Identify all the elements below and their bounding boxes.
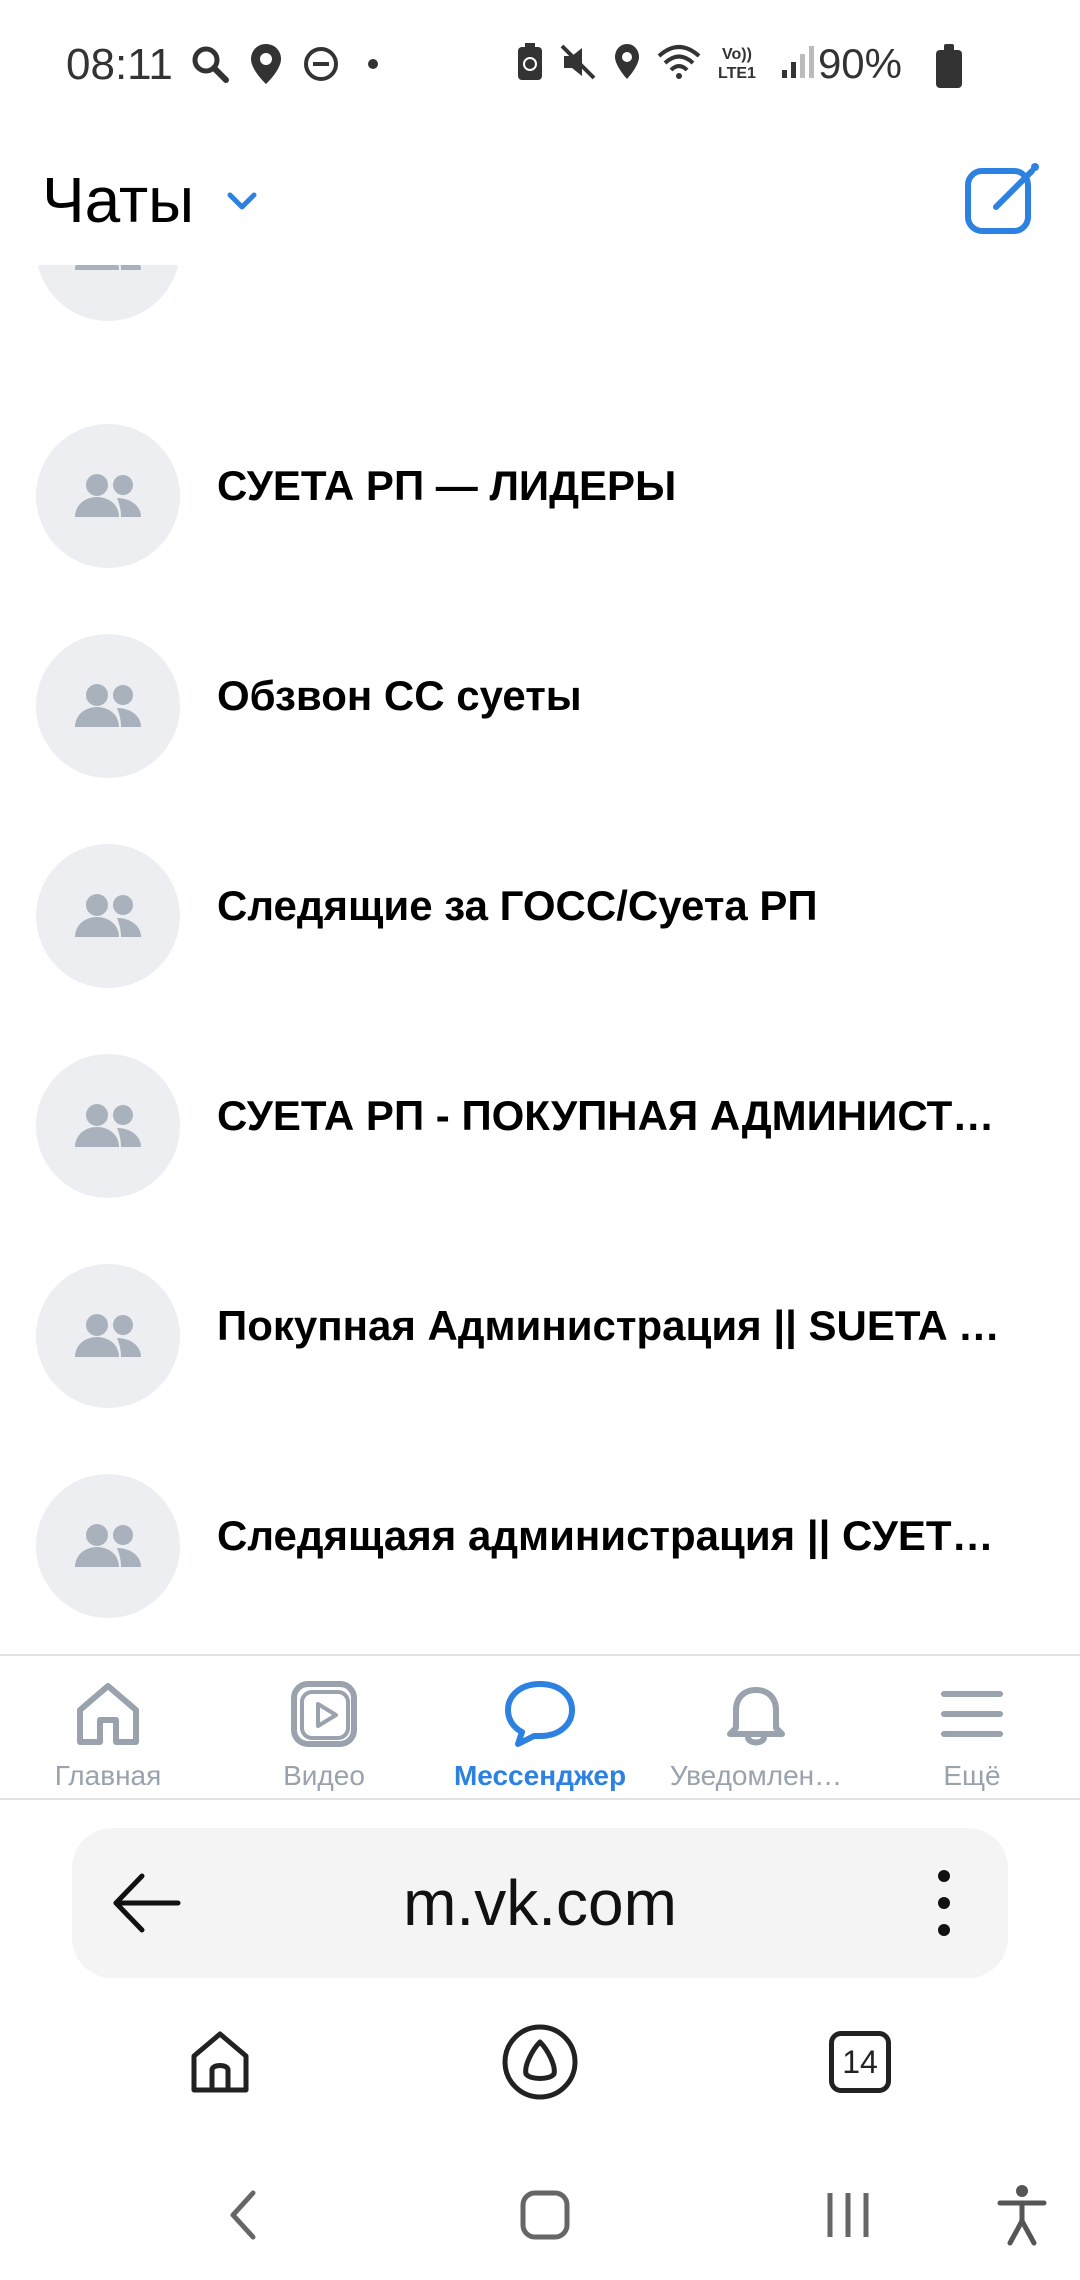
home-icon <box>68 1674 148 1754</box>
accessibility-button[interactable] <box>982 2180 1062 2250</box>
nav-recents-button[interactable] <box>808 2180 888 2250</box>
tab-label: Уведомлен… <box>669 1760 843 1791</box>
chat-title: Обзвон СС суеты <box>217 672 582 719</box>
system-nav-bar <box>0 2150 1080 2280</box>
tabs-count: 14 <box>829 2031 891 2093</box>
page-title[interactable]: Чаты <box>42 163 194 237</box>
tab-more[interactable]: Ещё <box>864 1656 1080 1800</box>
avatar <box>36 424 180 568</box>
group-icon <box>75 1314 141 1357</box>
messenger-icon <box>500 1674 580 1754</box>
avatar <box>36 634 180 778</box>
menu-icon <box>932 1674 1012 1754</box>
list-item[interactable] <box>0 265 1080 387</box>
status-left-icons <box>190 42 388 86</box>
browser-url-bar: m.vk.com <box>0 1800 1080 2000</box>
tab-messenger[interactable]: Мессенджер <box>432 1656 648 1800</box>
chat-list: СУЕТА РП — ЛИДЕРЫ Обзвон СС суеты Следящ… <box>0 265 1080 1655</box>
nav-home-button[interactable] <box>505 2180 585 2250</box>
status-time: 08:11 <box>66 40 173 89</box>
tab-label: Мессенджер <box>453 1760 627 1791</box>
home-icon <box>191 2031 249 2093</box>
dnd-icon <box>304 47 338 81</box>
group-icon <box>75 474 141 517</box>
group-icon <box>75 265 141 270</box>
group-icon <box>75 1104 141 1147</box>
list-item[interactable]: Покупная Администрация || SUETA … <box>0 1264 1080 1474</box>
tabs-button[interactable]: 14 <box>818 2020 902 2104</box>
avatar <box>36 1054 180 1198</box>
location-icon <box>251 44 281 84</box>
nav-back-button[interactable] <box>203 2180 283 2250</box>
avatar <box>36 1474 180 1618</box>
group-icon <box>75 1524 141 1567</box>
assistant-button[interactable] <box>498 2020 582 2104</box>
tab-bar: Главная Видео Мессенджер Уведомлен… Ещё <box>0 1654 1080 1800</box>
status-right-icons: Vo)) LTE1 <box>516 42 818 82</box>
more-vertical-icon[interactable] <box>934 1868 954 1938</box>
accessibility-icon <box>997 2185 1047 2246</box>
svg-text:LTE1: LTE1 <box>718 65 756 82</box>
battery-percent: 90% <box>817 40 902 87</box>
tab-video[interactable]: Видео <box>216 1656 432 1800</box>
chat-title: Следящаяя администрация || СУЕТ… <box>217 1512 994 1559</box>
browser-home-button[interactable] <box>178 2020 262 2104</box>
list-item[interactable]: Следящаяя администрация || СУЕТ… <box>0 1474 1080 1655</box>
svg-text:Vo)): Vo)) <box>722 46 752 63</box>
tab-home[interactable]: Главная <box>0 1656 216 1800</box>
tab-notifications[interactable]: Уведомлен… <box>648 1656 864 1800</box>
avatar <box>36 1264 180 1408</box>
list-item[interactable]: СУЕТА РП - ПОКУПНАЯ АДМИНИСТ… <box>0 1054 1080 1264</box>
compose-icon[interactable] <box>960 157 1044 241</box>
bell-icon <box>716 1674 796 1754</box>
chat-title: СУЕТА РП — ЛИДЕРЫ <box>217 462 677 509</box>
assistant-icon <box>502 2024 578 2100</box>
browser-toolbar: 14 <box>0 2000 1080 2130</box>
url-field[interactable]: m.vk.com <box>72 1828 1008 1978</box>
chevron-left-icon <box>230 2190 256 2240</box>
square-home-icon <box>520 2190 570 2240</box>
avatar <box>36 265 180 321</box>
search-icon <box>192 46 229 83</box>
chat-title: Следящие за ГОСС/Суета РП <box>217 882 818 929</box>
chevron-down-icon[interactable] <box>222 187 262 217</box>
video-icon <box>284 1674 364 1754</box>
url-text[interactable]: m.vk.com <box>72 1866 1008 1940</box>
tab-label: Видео <box>283 1760 365 1791</box>
status-bar: 08:11 Vo)) LTE1 90% <box>0 0 1080 135</box>
group-icon <box>75 894 141 937</box>
tab-label: Ещё <box>943 1760 1001 1791</box>
chat-title: СУЕТА РП - ПОКУПНАЯ АДМИНИСТ… <box>217 1092 995 1139</box>
battery-icon <box>936 44 962 88</box>
list-item[interactable]: Следящие за ГОСС/Суета РП <box>0 844 1080 1054</box>
mute-icon <box>560 44 596 80</box>
dot-icon <box>368 59 378 69</box>
list-item[interactable]: СУЕТА РП — ЛИДЕРЫ <box>0 424 1080 634</box>
header: Чаты <box>0 135 1080 265</box>
group-icon <box>75 684 141 727</box>
wifi-icon <box>657 45 701 79</box>
tab-label: Главная <box>54 1760 162 1791</box>
list-item[interactable]: Обзвон СС суеты <box>0 634 1080 844</box>
battery-saver-icon <box>518 43 542 80</box>
signal-icon <box>782 46 814 78</box>
avatar <box>36 844 180 988</box>
location-icon <box>615 44 639 79</box>
volte-icon: Vo)) LTE1 <box>718 46 756 82</box>
chat-title: Покупная Администрация || SUETA … <box>217 1302 1000 1349</box>
recents-icon <box>827 2193 869 2237</box>
